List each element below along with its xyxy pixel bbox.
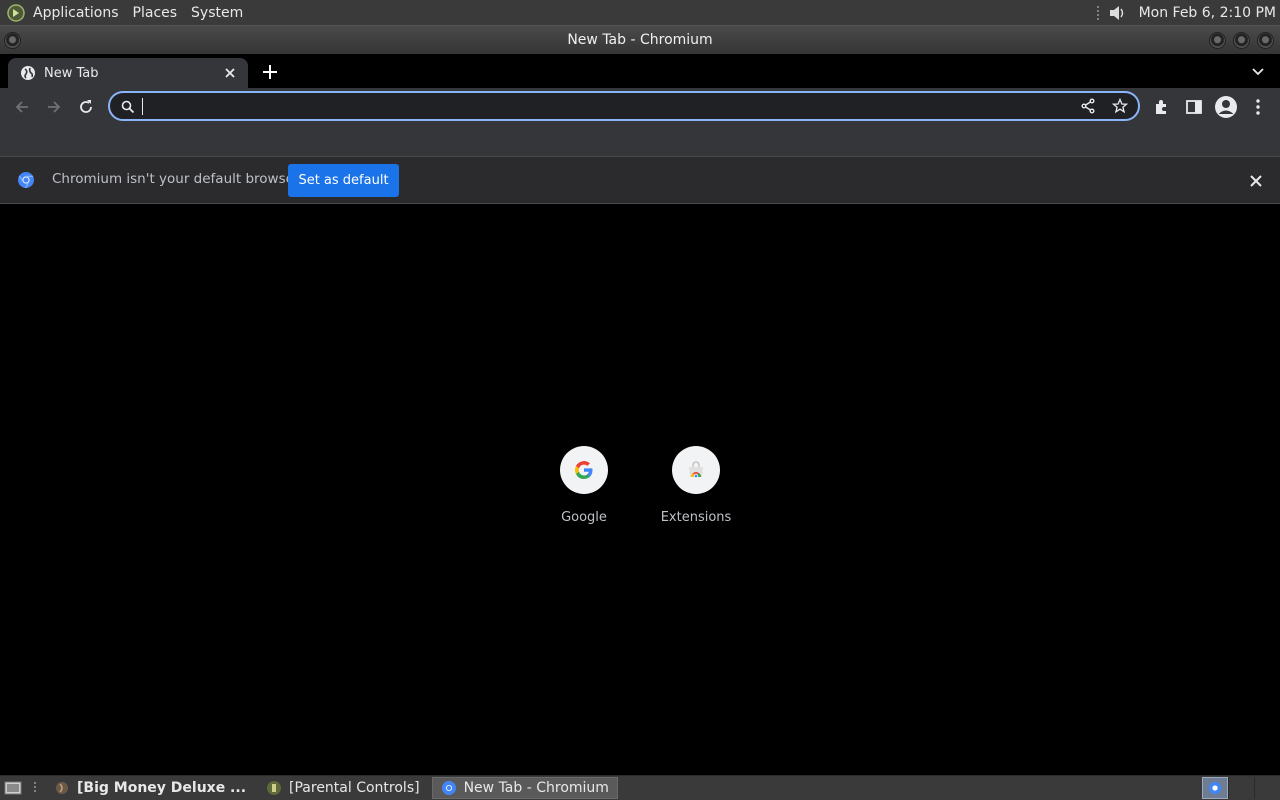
taskbar-item-parental-controls[interactable]: [Parental Controls] — [258, 777, 428, 799]
extensions-puzzle-icon[interactable] — [1152, 97, 1172, 117]
top-panel: Applications Places System Mon Feb 6, 2:… — [0, 0, 1280, 25]
workspace-1[interactable] — [1202, 777, 1228, 799]
taskbar-item-chromium[interactable]: New Tab - Chromium — [431, 777, 618, 799]
chrome-web-store-icon — [689, 461, 703, 479]
profile-avatar-icon[interactable] — [1214, 95, 1238, 119]
applications-menu[interactable]: Applications — [26, 5, 126, 21]
parental-controls-icon — [267, 781, 282, 795]
side-panel-icon[interactable] — [1184, 97, 1204, 117]
search-icon — [121, 100, 135, 114]
chromium-logo-icon — [441, 781, 456, 795]
google-g-icon — [575, 461, 593, 479]
back-arrow-icon[interactable] — [12, 97, 32, 117]
chromium-logo-icon — [18, 172, 34, 189]
taskbar-item-label: [Big Money Deluxe ... — [77, 780, 247, 796]
bookmark-star-icon[interactable] — [1112, 98, 1128, 114]
shortcut-extensions[interactable]: Extensions — [646, 446, 746, 525]
tab-title: New Tab — [44, 65, 99, 81]
bottom-taskbar: [Big Money Deluxe ... [Parental Controls… — [0, 775, 1280, 800]
shortcut-google[interactable]: Google — [534, 446, 634, 525]
tab-new-tab[interactable]: New Tab — [8, 58, 248, 88]
workspace-3[interactable] — [1254, 777, 1280, 799]
toolbar — [0, 88, 1280, 126]
address-input[interactable] — [140, 96, 1060, 116]
volume-icon[interactable] — [1107, 3, 1127, 23]
more-menu-kebab-icon[interactable] — [1248, 97, 1268, 117]
panel-handle-icon — [34, 782, 36, 792]
tab-search-chevron-icon[interactable] — [1250, 63, 1266, 79]
clock[interactable]: Mon Feb 6, 2:10 PM — [1139, 5, 1276, 21]
maximize-button[interactable] — [1233, 32, 1250, 49]
places-menu[interactable]: Places — [126, 5, 185, 21]
minimize-button[interactable] — [1209, 32, 1226, 49]
workspace-switcher — [1202, 777, 1280, 799]
workspace-2[interactable] — [1228, 777, 1254, 799]
shortcut-google-tile[interactable] — [560, 446, 608, 494]
globe-icon — [21, 66, 35, 80]
close-tab-icon[interactable] — [222, 65, 238, 81]
set-as-default-button[interactable]: Set as default — [288, 164, 399, 197]
new-tab-plus-icon[interactable] — [260, 62, 280, 82]
taskbar-item-label: [Parental Controls] — [289, 780, 420, 796]
tab-strip: New Tab — [0, 54, 1280, 88]
text-caret — [142, 98, 143, 115]
system-menu[interactable]: System — [184, 5, 250, 21]
show-desktop-icon[interactable] — [4, 779, 22, 797]
close-window-button[interactable] — [1257, 32, 1274, 49]
panel-handle-icon — [1096, 5, 1099, 20]
shortcut-label: Google — [561, 510, 607, 525]
gnome-foot-icon[interactable] — [6, 3, 26, 23]
share-icon[interactable] — [1080, 98, 1096, 114]
window-title: New Tab - Chromium — [567, 32, 713, 48]
shortcut-extensions-tile[interactable] — [672, 446, 720, 494]
taskbar-item-label: New Tab - Chromium — [463, 780, 609, 796]
default-browser-infobar: Chromium isn't your default browser Set … — [0, 157, 1280, 204]
window-menu-button[interactable] — [4, 32, 21, 49]
reload-icon[interactable] — [76, 97, 96, 117]
chromium-logo-icon — [1208, 781, 1222, 795]
bookmarks-bar — [0, 126, 1280, 157]
taskbar-item-big-money[interactable]: [Big Money Deluxe ... — [46, 777, 254, 799]
forward-arrow-icon[interactable] — [44, 97, 64, 117]
address-bar[interactable] — [108, 91, 1140, 121]
close-infobar-icon[interactable] — [1248, 173, 1264, 189]
infobar-message: Chromium isn't your default browser — [52, 171, 300, 187]
game-app-icon — [56, 782, 68, 794]
shortcut-label: Extensions — [660, 510, 732, 525]
window-titlebar[interactable]: New Tab - Chromium — [0, 25, 1280, 54]
